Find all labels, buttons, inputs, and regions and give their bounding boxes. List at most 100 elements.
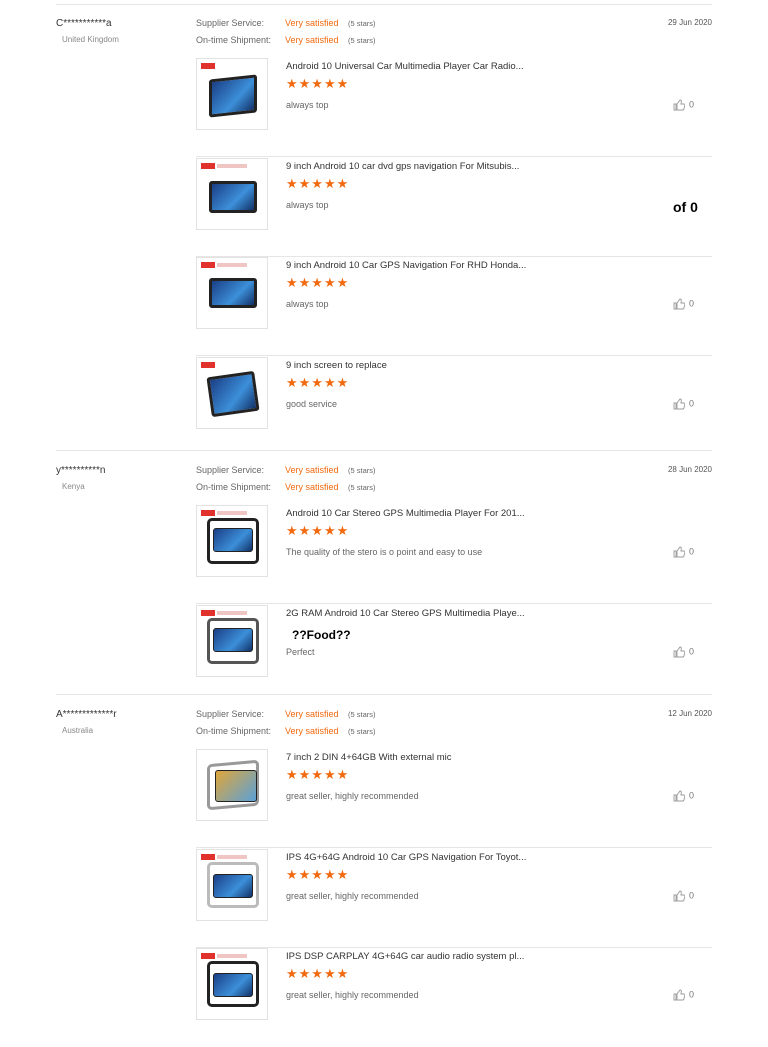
helpful-count: 0: [688, 298, 694, 309]
helpful-button[interactable]: 0: [673, 646, 694, 658]
review-item: 9 inch screen to replace ★★★★★ good serv…: [196, 357, 712, 456]
helpful-count: 0: [688, 646, 694, 657]
item-divider: [196, 355, 712, 356]
review-item: 9 inch Android 10 Car GPS Navigation For…: [196, 257, 712, 356]
product-title[interactable]: IPS 4G+64G Android 10 Car GPS Navigation…: [286, 852, 526, 863]
supplier-service-rating: Supplier Service: Very satisfied (5 star…: [196, 465, 376, 475]
thumbs-up-icon: [673, 99, 685, 111]
thumbs-up-icon: [673, 890, 685, 902]
product-thumbnail[interactable]: [196, 948, 268, 1020]
star-icon: ★★★★★: [286, 523, 350, 538]
review-comment: great seller, highly recommended: [286, 891, 419, 901]
review-item: 7 inch 2 DIN 4+64GB With external mic ★★…: [196, 749, 712, 848]
thumbs-up-icon: [673, 298, 685, 310]
supplier-service-stars: (5 stars): [348, 466, 376, 475]
star-icon: ★★★★★: [286, 375, 350, 390]
buyer-info: y**********n Kenya: [56, 465, 105, 491]
shipment-label: On-time Shipment:: [196, 35, 272, 45]
shipment-label: On-time Shipment:: [196, 482, 272, 492]
helpful-button[interactable]: 0: [673, 546, 694, 558]
review-comment: The quality of the stero is o point and …: [286, 547, 483, 557]
supplier-service-value: Very satisfied: [285, 465, 339, 475]
thumbs-up-icon: [673, 790, 685, 802]
star-icon: ★★★★★: [286, 176, 350, 191]
overlay-food-text: ??Food??: [292, 628, 351, 642]
supplier-service-value: Very satisfied: [285, 709, 339, 719]
thumbs-up-icon: [673, 646, 685, 658]
helpful-count: 0: [688, 99, 694, 110]
review-divider: [56, 694, 712, 695]
helpful-button[interactable]: 0: [673, 298, 694, 310]
helpful-button[interactable]: 0: [673, 398, 694, 410]
shipment-rating: On-time Shipment: Very satisfied (5 star…: [196, 726, 376, 736]
shipment-rating: On-time Shipment: Very satisfied (5 star…: [196, 482, 376, 492]
review-comment: always top: [286, 299, 329, 309]
shipment-value: Very satisfied: [285, 726, 339, 736]
star-icon: ★★★★★: [286, 867, 350, 882]
thumbs-up-icon: [673, 546, 685, 558]
helpful-count: 0: [688, 790, 694, 801]
review-comment: good service: [286, 399, 338, 409]
review-date: 12 Jun 2020: [667, 709, 712, 718]
shipment-stars: (5 stars): [348, 483, 376, 492]
shipment-rating: On-time Shipment: Very satisfied (5 star…: [196, 35, 376, 45]
review-comment: great seller, highly recommended: [286, 990, 419, 1000]
helpful-button[interactable]: 0: [673, 790, 694, 802]
product-title[interactable]: Android 10 Universal Car Multimedia Play…: [286, 61, 524, 72]
product-thumbnail[interactable]: [196, 605, 268, 677]
review-item: IPS 4G+64G Android 10 Car GPS Navigation…: [196, 849, 712, 948]
product-title[interactable]: 7 inch 2 DIN 4+64GB With external mic: [286, 752, 452, 763]
review-block: A*************r Australia 12 Jun 2020 Su…: [56, 709, 712, 1024]
star-icon: ★★★★★: [286, 966, 350, 981]
review-block: y**********n Kenya 28 Jun 2020 Supplier …: [56, 465, 712, 695]
buyer-country: Kenya: [62, 482, 85, 491]
product-thumbnail[interactable]: [196, 849, 268, 921]
product-title[interactable]: 9 inch screen to replace: [286, 360, 387, 371]
product-thumbnail[interactable]: [196, 505, 268, 577]
review-date: 28 Jun 2020: [667, 465, 712, 474]
product-thumbnail[interactable]: [196, 158, 268, 230]
supplier-service-value: Very satisfied: [285, 18, 339, 28]
top-divider: [56, 4, 712, 5]
product-thumbnail[interactable]: [196, 257, 268, 329]
thumbs-up-icon: [673, 398, 685, 410]
product-title[interactable]: 9 inch Android 10 Car GPS Navigation For…: [286, 260, 526, 271]
helpful-count: 0: [688, 989, 694, 1000]
product-title[interactable]: 9 inch Android 10 car dvd gps navigation…: [286, 161, 519, 172]
overlay-of-text: of 0: [673, 199, 698, 215]
shipment-stars: (5 stars): [348, 727, 376, 736]
buyer-name: C***********a: [56, 18, 112, 29]
item-divider: [196, 847, 712, 848]
star-icon: ★★★★★: [286, 275, 350, 290]
product-title[interactable]: Android 10 Car Stereo GPS Multimedia Pla…: [286, 508, 525, 519]
supplier-service-rating: Supplier Service: Very satisfied (5 star…: [196, 709, 376, 719]
review-item: Android 10 Car Stereo GPS Multimedia Pla…: [196, 505, 712, 604]
star-icon: ★★★★★: [286, 76, 350, 91]
review-comment: Perfect: [286, 647, 315, 657]
shipment-label: On-time Shipment:: [196, 726, 272, 736]
buyer-info: A*************r Australia: [56, 709, 117, 735]
shipment-value: Very satisfied: [285, 482, 339, 492]
review-comment: great seller, highly recommended: [286, 791, 419, 801]
supplier-service-label: Supplier Service:: [196, 709, 265, 719]
supplier-service-stars: (5 stars): [348, 710, 376, 719]
product-thumbnail[interactable]: [196, 58, 268, 130]
review-item: IPS DSP CARPLAY 4G+64G car audio radio s…: [196, 948, 712, 1047]
supplier-service-label: Supplier Service:: [196, 465, 265, 475]
review-divider: [56, 450, 712, 451]
review-date: 29 Jun 2020: [667, 18, 712, 27]
helpful-count: 0: [688, 398, 694, 409]
helpful-button[interactable]: 0: [673, 989, 694, 1001]
buyer-country: United Kingdom: [62, 35, 119, 44]
shipment-value: Very satisfied: [285, 35, 339, 45]
review-item: 2G RAM Android 10 Car Stereo GPS Multime…: [196, 605, 712, 704]
buyer-info: C***********a United Kingdom: [56, 18, 119, 44]
supplier-service-stars: (5 stars): [348, 19, 376, 28]
product-title[interactable]: 2G RAM Android 10 Car Stereo GPS Multime…: [286, 608, 525, 619]
product-thumbnail[interactable]: [196, 357, 268, 429]
helpful-button[interactable]: 0: [673, 890, 694, 902]
product-thumbnail[interactable]: [196, 749, 268, 821]
helpful-button[interactable]: 0: [673, 99, 694, 111]
buyer-name: A*************r: [56, 709, 117, 720]
product-title[interactable]: IPS DSP CARPLAY 4G+64G car audio radio s…: [286, 951, 524, 962]
